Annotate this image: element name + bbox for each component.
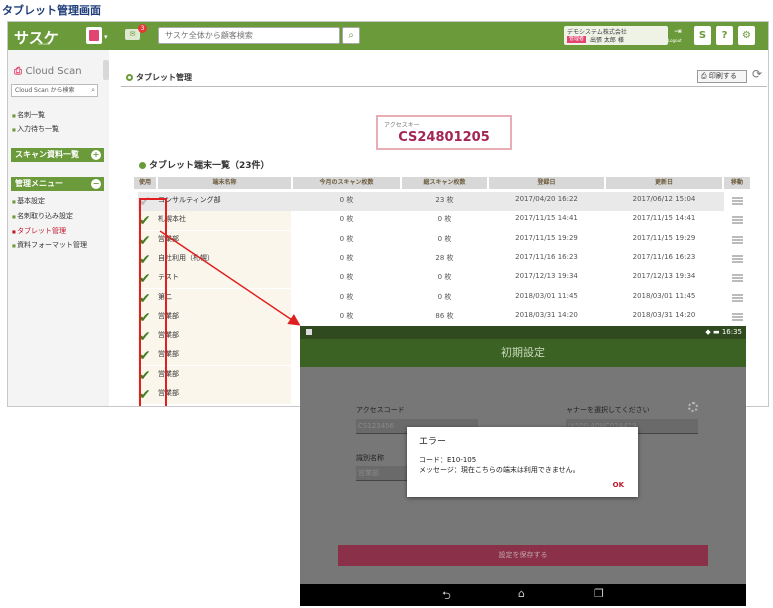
tablet-screenshot: ◆ ▬ 16:35 初期設定 アクセスコード CS123456 ャナーを選択して… bbox=[300, 326, 746, 606]
error-dialog: エラー コード：E10-105 メッセージ：現在こちらの端末は利用できません。 … bbox=[407, 427, 638, 497]
tablet-body: アクセスコード CS123456 ャナーを選択してください iX500-A0HC… bbox=[300, 367, 746, 584]
status-time: ◆ ▬ 16:35 bbox=[705, 328, 742, 336]
dialog-title: エラー bbox=[419, 437, 447, 447]
notification-icon bbox=[306, 329, 312, 335]
access-code-label: アクセスコード bbox=[356, 406, 405, 414]
tablet-header: 初期設定 bbox=[300, 339, 746, 367]
back-icon[interactable]: ⮌ bbox=[442, 587, 451, 606]
android-nav-bar: ⮌ ⌂ ❐ bbox=[300, 584, 746, 606]
status-bar: ◆ ▬ 16:35 bbox=[300, 326, 746, 339]
save-settings-button[interactable]: 設定を保存する bbox=[338, 545, 708, 566]
loading-spinner-icon bbox=[688, 402, 698, 412]
error-code: コード：E10-105 bbox=[419, 456, 477, 464]
error-message: メッセージ：現在こちらの端末は利用できません。 bbox=[419, 466, 580, 474]
scanner-label: ャナーを選択してください bbox=[566, 406, 650, 414]
clock: 16:35 bbox=[721, 328, 742, 336]
recent-apps-icon[interactable]: ❐ bbox=[594, 587, 604, 600]
wifi-battery-icon: ◆ ▬ bbox=[705, 328, 722, 336]
id-name-label: 識別名称 bbox=[356, 454, 384, 462]
home-icon[interactable]: ⌂ bbox=[518, 587, 525, 600]
ok-button[interactable]: OK bbox=[613, 481, 624, 489]
